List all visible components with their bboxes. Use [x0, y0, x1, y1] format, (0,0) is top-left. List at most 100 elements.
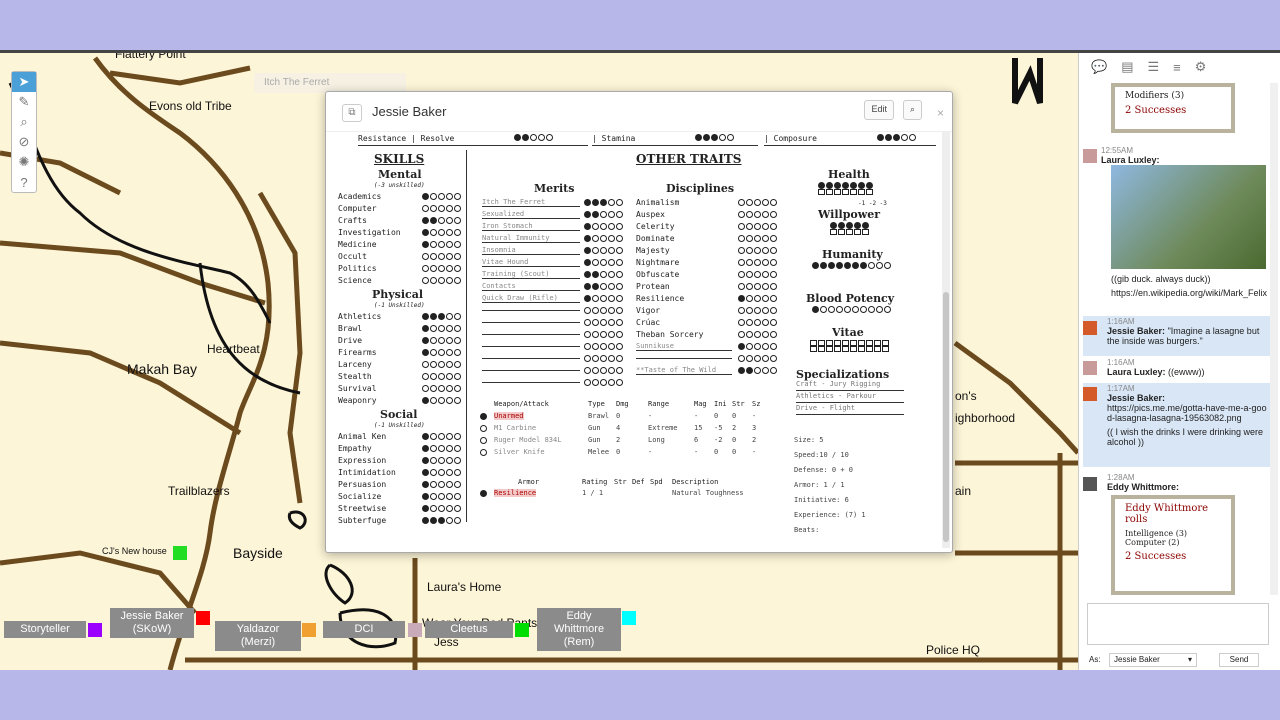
- dot[interactable]: [762, 210, 769, 218]
- dot[interactable]: [770, 222, 777, 230]
- dot[interactable]: [844, 262, 851, 269]
- armor-cell[interactable]: 1 / 1: [582, 489, 603, 497]
- dot[interactable]: [446, 504, 453, 512]
- dot[interactable]: [850, 189, 857, 195]
- dot[interactable]: [762, 282, 769, 290]
- weapon-cell[interactable]: 2: [732, 424, 736, 432]
- dot[interactable]: [608, 378, 615, 386]
- dot[interactable]: [430, 324, 437, 332]
- dot[interactable]: [438, 312, 445, 320]
- dot[interactable]: [608, 306, 615, 314]
- dot[interactable]: [820, 306, 827, 313]
- dot[interactable]: [738, 210, 745, 218]
- dot[interactable]: [884, 306, 891, 313]
- dot[interactable]: [616, 330, 623, 338]
- zoom-tool-icon[interactable]: ⌕: [12, 112, 36, 132]
- dot[interactable]: [454, 432, 461, 440]
- dot[interactable]: [430, 312, 437, 320]
- dot[interactable]: [454, 240, 461, 248]
- help-icon[interactable]: ?: [12, 172, 36, 192]
- dot[interactable]: [770, 258, 777, 266]
- dot[interactable]: [514, 134, 522, 141]
- dot[interactable]: [770, 306, 777, 314]
- dot[interactable]: [446, 468, 453, 476]
- dot[interactable]: [762, 258, 769, 266]
- dot[interactable]: [592, 210, 599, 218]
- dot[interactable]: [866, 189, 873, 195]
- dot[interactable]: [862, 229, 869, 235]
- dot[interactable]: [592, 366, 599, 374]
- dot[interactable]: [616, 258, 623, 266]
- dot[interactable]: [600, 294, 607, 302]
- dot[interactable]: [738, 222, 745, 230]
- dot[interactable]: [422, 432, 429, 440]
- dot[interactable]: [592, 318, 599, 326]
- dot[interactable]: [446, 384, 453, 392]
- dot[interactable]: [438, 348, 445, 356]
- discipline-name[interactable]: Sunnikuse: [636, 342, 732, 351]
- dot[interactable]: [446, 492, 453, 500]
- weapon-cell[interactable]: -: [752, 412, 756, 420]
- dot[interactable]: [422, 384, 429, 392]
- dot[interactable]: [616, 318, 623, 326]
- weapon-cell[interactable]: Melee: [588, 448, 609, 456]
- dot[interactable]: [584, 258, 591, 266]
- dot[interactable]: [422, 324, 429, 332]
- weapon-cell[interactable]: -: [752, 448, 756, 456]
- dot[interactable]: [454, 444, 461, 452]
- dot[interactable]: [770, 354, 777, 362]
- dot[interactable]: [422, 456, 429, 464]
- dot[interactable]: [762, 234, 769, 242]
- dot[interactable]: [438, 444, 445, 452]
- dot[interactable]: [754, 282, 761, 290]
- dot[interactable]: [810, 346, 817, 352]
- dot[interactable]: [430, 492, 437, 500]
- dot[interactable]: [876, 306, 883, 313]
- dot[interactable]: [438, 396, 445, 404]
- dot[interactable]: [738, 258, 745, 266]
- dot[interactable]: [746, 198, 753, 206]
- dot[interactable]: [592, 198, 599, 206]
- journal-tab-icon[interactable]: ▤: [1121, 59, 1133, 75]
- dot[interactable]: [446, 324, 453, 332]
- weapon-cell[interactable]: 2: [752, 436, 756, 444]
- dot[interactable]: [616, 366, 623, 374]
- dot[interactable]: [422, 204, 429, 212]
- dot[interactable]: [711, 134, 719, 141]
- dot[interactable]: [884, 262, 891, 269]
- dot[interactable]: [738, 294, 745, 302]
- dot[interactable]: [868, 306, 875, 313]
- dot[interactable]: [422, 348, 429, 356]
- dot[interactable]: [600, 210, 607, 218]
- dot[interactable]: [608, 246, 615, 254]
- dot[interactable]: [762, 198, 769, 206]
- dot[interactable]: [430, 276, 437, 284]
- dot[interactable]: [746, 330, 753, 338]
- weapon-cell[interactable]: -: [694, 412, 698, 420]
- dot[interactable]: [422, 264, 429, 272]
- dot[interactable]: [454, 336, 461, 344]
- dot[interactable]: [430, 396, 437, 404]
- dot[interactable]: [858, 182, 865, 189]
- dot[interactable]: [608, 270, 615, 278]
- dot[interactable]: [584, 222, 591, 230]
- dot[interactable]: [592, 270, 599, 278]
- dot[interactable]: [584, 234, 591, 242]
- dot[interactable]: [738, 198, 745, 206]
- dot[interactable]: [818, 182, 825, 189]
- dot[interactable]: [754, 246, 761, 254]
- dot[interactable]: [584, 330, 591, 338]
- merit-name[interactable]: [482, 309, 580, 311]
- dot[interactable]: [846, 222, 853, 229]
- dot[interactable]: [438, 216, 445, 224]
- dot[interactable]: [608, 318, 615, 326]
- dot[interactable]: [446, 372, 453, 380]
- dot[interactable]: [538, 134, 546, 141]
- dot[interactable]: [738, 330, 745, 338]
- dot[interactable]: [608, 234, 615, 242]
- dot[interactable]: [454, 456, 461, 464]
- merit-name[interactable]: [482, 333, 580, 335]
- weapon-cell[interactable]: -5: [714, 424, 722, 432]
- dot[interactable]: [422, 480, 429, 488]
- weapon-cell[interactable]: 2: [616, 436, 620, 444]
